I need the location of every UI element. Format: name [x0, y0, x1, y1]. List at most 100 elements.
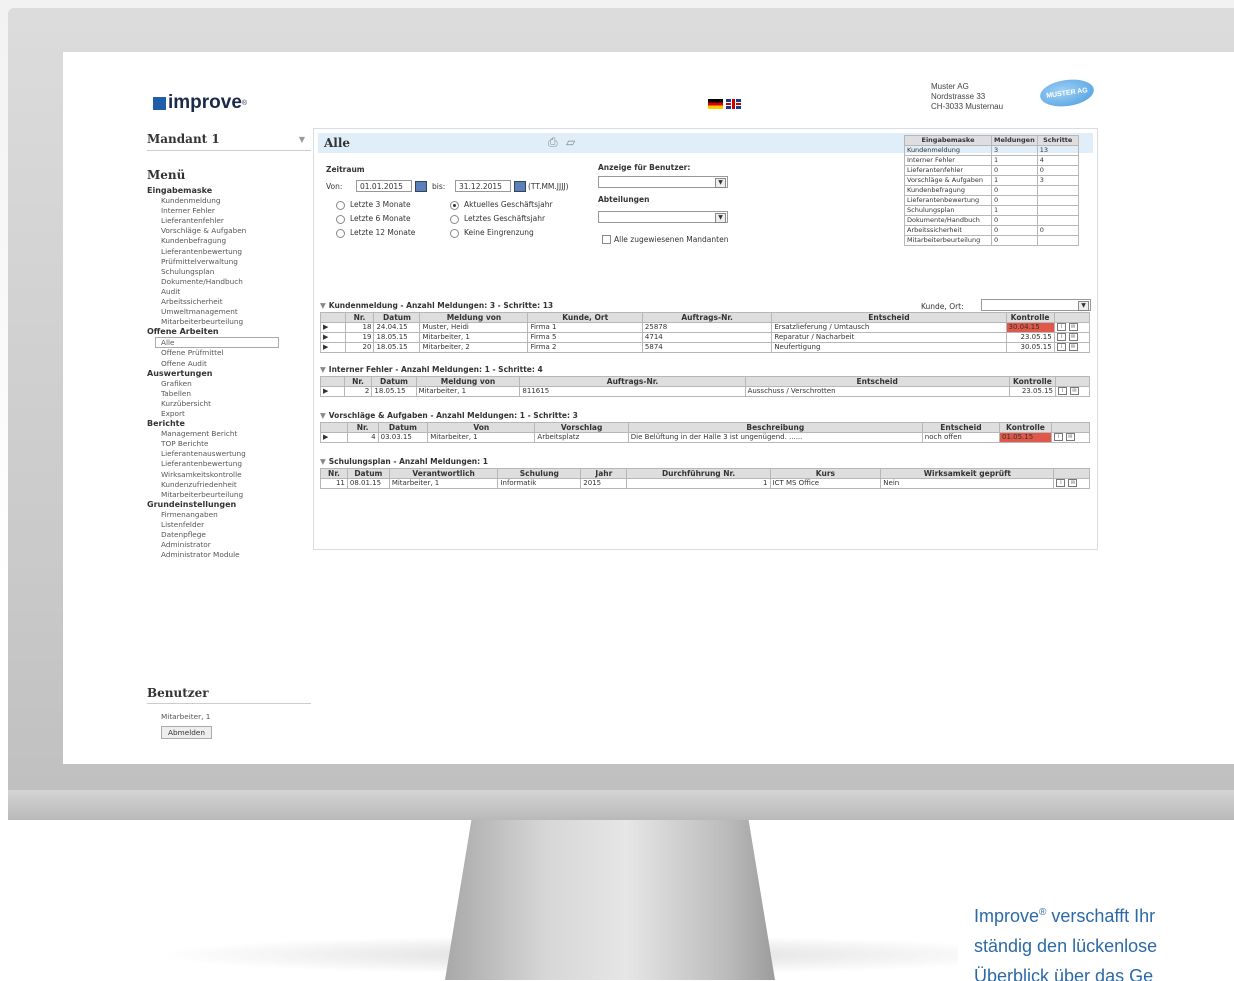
kunde-ort-select[interactable]: ▼ — [981, 299, 1091, 311]
info-icon[interactable]: i — [1053, 433, 1063, 441]
column-header[interactable]: Entscheid — [771, 312, 1007, 323]
mail-icon[interactable]: ✉ — [1068, 323, 1078, 331]
radio-last-3-months[interactable] — [336, 201, 345, 210]
section-vorschlaege[interactable]: ▼ Vorschläge & Aufgaben - Anzahl Meldunge… — [320, 411, 578, 420]
info-icon[interactable]: i — [1056, 323, 1066, 331]
pdf-icon[interactable]: ▱ — [566, 135, 575, 149]
table-row[interactable]: ▶ 20 18.05.15 Mitarbeiter, 2 Firma 2 5874 Neuf… — [320, 342, 1091, 353]
expand-row-icon[interactable]: ▶ — [320, 322, 346, 333]
table-row[interactable]: ▶ 18 24.04.15 Muster, Heidi Firma 1 25878 Ersa… — [320, 322, 1091, 333]
column-header[interactable]: Wirksamkeit geprüft — [880, 468, 1055, 479]
column-header[interactable]: Jahr — [580, 468, 628, 479]
sidebar-item[interactable]: Alle — [155, 337, 279, 349]
improve-logo[interactable]: improve ® — [153, 92, 247, 114]
sidebar-item[interactable]: Lieferantenfehler — [147, 216, 311, 226]
radio-last-12-months[interactable] — [336, 229, 345, 238]
sidebar-item[interactable]: Mitarbeiterbeurteilung — [147, 490, 311, 500]
sidebar-item[interactable]: Offene Audit — [147, 359, 311, 369]
column-header[interactable]: Datum — [371, 376, 417, 387]
expand-row-icon[interactable]: ▶ — [320, 386, 345, 397]
sidebar-item[interactable]: Lieferantenbewertung — [147, 247, 311, 257]
column-header[interactable]: Auftrags-Nr. — [641, 312, 773, 323]
column-header[interactable]: Kunde, Ort — [527, 312, 643, 323]
column-header[interactable]: Meldung von — [419, 312, 529, 323]
von-date-input[interactable]: 01.01.2015 — [356, 180, 412, 192]
column-header[interactable]: Nr. — [320, 468, 348, 479]
bis-date-input[interactable]: 31.12.2015 — [455, 180, 511, 192]
calendar-icon[interactable] — [514, 181, 526, 192]
mail-icon[interactable]: ✉ — [1068, 343, 1078, 351]
column-header[interactable]: Meldung von — [415, 376, 521, 387]
column-header[interactable]: Auftrags-Nr. — [519, 376, 746, 387]
section-interner-fehler[interactable]: ▼ Interner Fehler - Anzahl Meldungen: 1 -… — [320, 365, 543, 374]
sidebar-item[interactable]: Listenfelder — [147, 520, 311, 530]
all-mandants-checkbox[interactable] — [602, 235, 611, 244]
column-header[interactable]: Kontrolle — [1008, 376, 1057, 387]
column-header[interactable]: Nr. — [343, 376, 373, 387]
logout-button[interactable]: Abmelden — [161, 726, 212, 739]
sidebar-item[interactable]: TOP Berichte — [147, 439, 311, 449]
table-row[interactable]: 11 08.01.15 Mitarbeiter, 1 Informatik 2015 1 I… — [320, 478, 1090, 489]
column-header[interactable]: Nr. — [346, 422, 379, 433]
table-row[interactable]: ▶ 19 18.05.15 Mitarbeiter, 1 Firma 5 4714 Repa… — [320, 332, 1091, 343]
section-schulungsplan[interactable]: ▼ Schulungsplan - Anzahl Meldungen: 1 — [320, 457, 488, 466]
column-header[interactable]: Entscheid — [921, 422, 1001, 433]
column-header[interactable]: Nr. — [344, 312, 375, 323]
sidebar-item[interactable]: Administrator Module — [147, 550, 311, 560]
mail-icon[interactable]: ✉ — [1065, 433, 1075, 441]
sidebar-item[interactable]: Export — [147, 409, 311, 419]
uk-flag-icon[interactable] — [726, 99, 741, 109]
mail-icon[interactable]: ✉ — [1068, 479, 1078, 487]
column-header[interactable]: Kontrolle — [1005, 312, 1055, 323]
sidebar-item[interactable]: Kundenmeldung — [147, 196, 311, 206]
sidebar-item[interactable]: Umweltmanagement — [147, 307, 311, 317]
info-icon[interactable]: i — [1056, 333, 1066, 341]
radio-no-limit[interactable] — [450, 229, 459, 238]
sidebar-item[interactable]: Prüfmittelverwaltung — [147, 257, 311, 267]
sidebar-item[interactable]: Datenpflege — [147, 530, 311, 540]
expand-row-icon[interactable]: ▶ — [320, 342, 346, 353]
mail-icon[interactable]: ✉ — [1068, 333, 1078, 341]
de-flag-icon[interactable] — [708, 99, 723, 109]
sidebar-item[interactable]: Administrator — [147, 540, 311, 550]
calendar-icon[interactable] — [415, 181, 427, 192]
radio-last-fiscal-year[interactable] — [450, 215, 459, 224]
sidebar-item[interactable]: Interner Fehler — [147, 206, 311, 216]
print-icon[interactable]: ⎙ — [548, 135, 558, 150]
column-header[interactable]: Kurs — [769, 468, 882, 479]
sidebar-item[interactable]: Lieferantenauswertung — [147, 449, 311, 459]
sidebar-item[interactable]: Tabellen — [147, 389, 311, 399]
column-header[interactable]: Entscheid — [744, 376, 1010, 387]
sidebar-item[interactable]: Vorschläge & Aufgaben — [147, 226, 311, 236]
department-select[interactable]: ▼ — [598, 211, 728, 223]
expand-row-icon[interactable]: ▶ — [320, 332, 346, 343]
column-header[interactable]: Kontrolle — [999, 422, 1052, 433]
radio-last-6-months[interactable] — [336, 215, 345, 224]
sidebar-item[interactable]: Dokumente/Handbuch — [147, 277, 311, 287]
column-header[interactable]: Durchführung Nr. — [626, 468, 771, 479]
sidebar-item[interactable]: Management Bericht — [147, 429, 311, 439]
mandant-select[interactable]: Mandant 1 ▼ — [147, 128, 311, 151]
sidebar-item[interactable]: Arbeitssicherheit — [147, 297, 311, 307]
sidebar-item[interactable]: Wirksamkeitskontrolle — [147, 470, 311, 480]
section-kundenmeldung[interactable]: ▼ Kundenmeldung - Anzahl Meldungen: 3 - S… — [320, 301, 553, 310]
column-header[interactable]: Verantwortlich — [388, 468, 499, 479]
sidebar-item[interactable]: Schulungsplan — [147, 267, 311, 277]
column-header[interactable]: Vorschlag — [534, 422, 629, 433]
column-header[interactable]: Datum — [377, 422, 429, 433]
sidebar-item[interactable]: Kundenzufriedenheit — [147, 480, 311, 490]
info-icon[interactable]: i — [1056, 479, 1066, 487]
mail-icon[interactable]: ✉ — [1070, 387, 1080, 395]
table-row[interactable]: ▶ 4 03.03.15 Mitarbeiter, 1 Arbeitsplatz Die … — [320, 432, 1091, 443]
expand-row-icon[interactable]: ▶ — [320, 432, 348, 443]
column-header[interactable]: Beschreibung — [627, 422, 923, 433]
column-header[interactable]: Von — [427, 422, 536, 433]
sidebar-item[interactable]: Kurzübersicht — [147, 399, 311, 409]
radio-current-fiscal-year[interactable] — [450, 201, 459, 210]
sidebar-item[interactable]: Audit — [147, 287, 311, 297]
info-icon[interactable]: i — [1058, 387, 1068, 395]
column-header[interactable]: Datum — [373, 312, 421, 323]
table-row[interactable]: ▶ 2 18.05.15 Mitarbeiter, 1 811615 Ausschuss … — [320, 386, 1090, 397]
column-header[interactable]: Datum — [346, 468, 390, 479]
sidebar-item[interactable]: Grafiken — [147, 379, 311, 389]
